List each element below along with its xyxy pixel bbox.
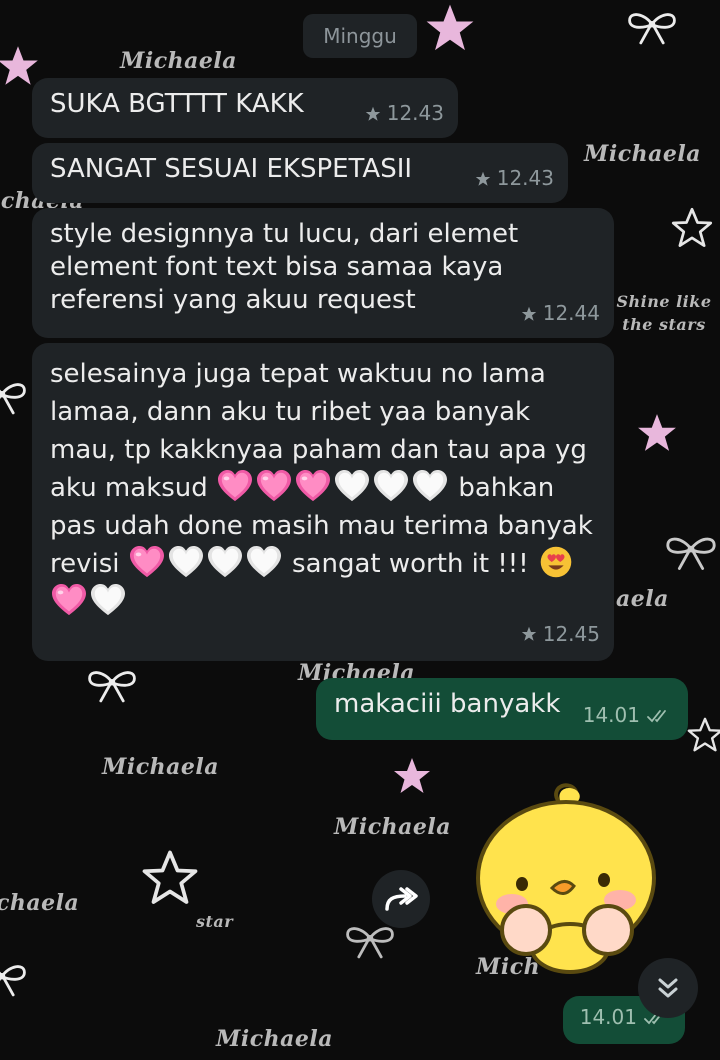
yellow-chick-sticker[interactable] [470, 778, 670, 978]
scroll-to-bottom-button[interactable] [638, 958, 698, 1018]
incoming-message[interactable]: SANGAT SESUAI EKSPETASII 12.43 [32, 143, 568, 203]
forward-icon [385, 887, 418, 911]
forward-button[interactable] [372, 870, 430, 928]
star-icon [636, 412, 678, 454]
ribbon-icon [624, 8, 680, 48]
ribbon-icon [0, 378, 30, 418]
white-heart-icon [167, 545, 205, 579]
pink-heart-icon [294, 469, 332, 503]
wallpaper-watermark: chaela [0, 890, 80, 916]
wallpaper-watermark: Michaela [102, 754, 219, 780]
heart-eyes-emoji-icon [540, 546, 572, 578]
ribbon-icon [342, 922, 398, 962]
message-meta: 12.43 [475, 162, 554, 195]
message-meta: 14.01 [583, 699, 674, 732]
double-check-icon [647, 709, 666, 722]
incoming-message[interactable]: SUKA BGTTTT KAKK 12.43 [32, 78, 458, 138]
white-heart-icon [206, 545, 244, 579]
white-heart-icon [411, 469, 449, 503]
ribbon-icon [84, 666, 140, 706]
star-icon [424, 2, 476, 54]
star-outline-icon [686, 716, 720, 754]
message-time: 12.44 [542, 301, 600, 325]
star-icon [392, 756, 432, 796]
message-time: 12.43 [496, 166, 554, 190]
ribbon-icon [662, 532, 720, 574]
pink-heart-icon [128, 545, 166, 579]
wallpaper-watermark: Michaela [216, 1026, 333, 1052]
star-icon [0, 44, 40, 88]
white-heart-icon [333, 469, 371, 503]
message-time: 14.01 [582, 703, 640, 727]
wallpaper-watermark: Michaela [584, 141, 701, 167]
wallpaper-watermark: Michaela [120, 48, 237, 74]
star-outline-icon [670, 206, 714, 250]
message-meta: 12.45 [521, 615, 600, 653]
wallpaper-star-word: star [196, 912, 234, 931]
double-chevron-down-icon [658, 978, 678, 998]
message-time: 12.43 [386, 101, 444, 125]
message-text-part: sangat worth it !!! [292, 549, 529, 579]
message-meta: 12.44 [521, 297, 600, 330]
pink-heart-icon [50, 583, 88, 617]
message-time: 12.45 [542, 622, 600, 646]
white-heart-icon [245, 545, 283, 579]
white-heart-icon [372, 469, 410, 503]
ribbon-icon [0, 960, 30, 1000]
starred-icon [521, 306, 537, 322]
message-text: selesainya juga tepat waktuu no lama lam… [50, 355, 600, 621]
message-meta: 12.43 [365, 97, 444, 130]
pink-heart-icon [255, 469, 293, 503]
outgoing-message[interactable]: makaciii banyakk 14.01 [316, 678, 688, 740]
white-heart-icon [89, 583, 127, 617]
wallpaper-tagline: Shine like the stars [616, 292, 712, 334]
starred-icon [365, 106, 381, 122]
incoming-message[interactable]: style designnya tu lucu, dari elemet ele… [32, 208, 614, 338]
date-chip: Minggu [303, 14, 417, 58]
message-text: style designnya tu lucu, dari elemet ele… [50, 219, 519, 315]
message-time: 14.01 [579, 1005, 637, 1029]
wallpaper-watermark: Michaela [334, 814, 451, 840]
pink-heart-icon [216, 469, 254, 503]
wallpaper-watermark: aela [616, 586, 669, 612]
star-outline-icon [140, 848, 200, 908]
incoming-message[interactable]: selesainya juga tepat waktuu no lama lam… [32, 343, 614, 661]
starred-icon [521, 626, 537, 642]
starred-icon [475, 171, 491, 187]
